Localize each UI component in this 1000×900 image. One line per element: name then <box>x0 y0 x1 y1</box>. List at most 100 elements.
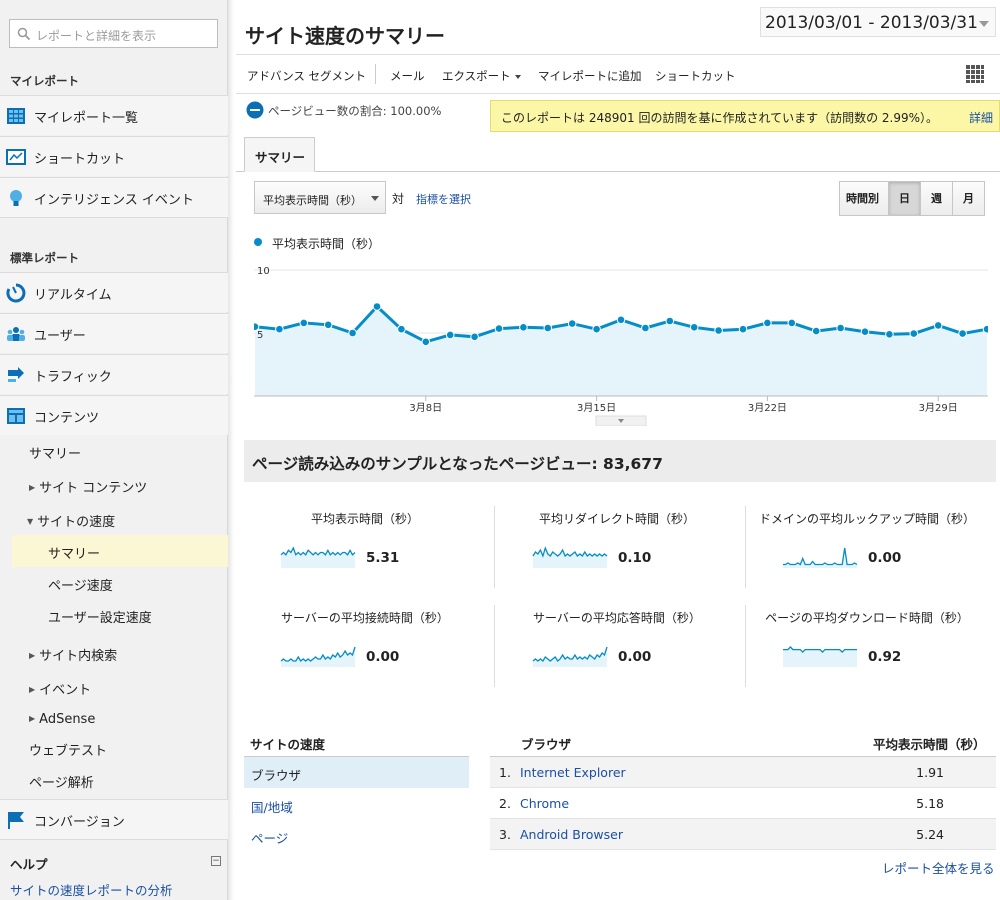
sidebar-item-conversions[interactable]: コンバージョン <box>0 799 228 839</box>
sampling-notice: このレポートは 248901 回の訪問を基に作成されています（訪問数の 2.99… <box>490 100 1000 132</box>
sidebar-item-traffic[interactable]: トラフィック <box>0 354 228 394</box>
page-speed-link[interactable]: ページ速度 <box>48 575 113 594</box>
x-tick-label: 3月29日 <box>919 402 958 414</box>
metric-title: ページの平均ダウンロード時間（秒） <box>765 611 969 625</box>
granularity-month-button[interactable]: 月 <box>952 182 984 215</box>
tab-summary[interactable]: サマリー <box>244 137 315 172</box>
dashboard-grid-icon <box>7 108 25 124</box>
webtest-link[interactable]: ウェブテスト <box>29 740 107 759</box>
data-point <box>592 324 601 334</box>
sidebar: レポートと詳細を表示 マイレポート マイレポート一覧 ショートカット インテリジ… <box>0 0 234 900</box>
page-analytics-link[interactable]: ページ解析 <box>29 772 94 791</box>
table-row: 3. Android Browser 5.24 <box>490 819 996 850</box>
x-tick-label: 3月8日 <box>409 402 442 414</box>
email-button[interactable]: メール <box>390 68 425 84</box>
sidebar-item-label: ショートカット <box>34 152 126 167</box>
chevron-down-icon <box>979 21 989 27</box>
content-summary-link[interactable]: サマリー <box>29 443 81 462</box>
data-point <box>641 323 650 333</box>
row-value: 1.91 <box>916 765 944 780</box>
speed-summary-link[interactable]: サマリー <box>48 543 100 562</box>
dimension-label: ブラウザ <box>251 768 302 783</box>
data-point <box>543 323 553 333</box>
granularity-day-button[interactable]: 日 <box>888 182 920 215</box>
granularity-week-button[interactable]: 週 <box>920 182 952 215</box>
add-to-dashboard-button[interactable]: マイレポートに追加 <box>538 68 642 84</box>
report-search-input[interactable]: レポートと詳細を表示 <box>9 19 218 48</box>
expand-arrow-icon: ▶ <box>29 483 36 492</box>
flag-icon <box>8 812 24 829</box>
adsense-label: AdSense <box>39 712 96 727</box>
sidebar-item-label: トラフィック <box>34 370 112 385</box>
divider <box>0 839 228 840</box>
user-timings-link[interactable]: ユーザー設定速度 <box>48 607 152 626</box>
shortcut-button[interactable]: ショートカット <box>655 68 736 84</box>
dimension-browser[interactable]: ブラウザ <box>244 757 701 788</box>
sidebar-item-label: リアルタイム <box>34 288 112 303</box>
table-grid-icon[interactable] <box>965 64 985 84</box>
sidebar-item-users[interactable]: ユーザー <box>0 313 228 353</box>
site-speed-link[interactable]: ▼ サイトの速度 <box>27 511 115 530</box>
site-content-link[interactable]: ▶ サイト コンテンツ <box>29 477 147 496</box>
divider <box>745 605 746 687</box>
sidebar-item-intelligence[interactable]: インテリジェンス イベント <box>0 177 228 217</box>
sidebar-item-realtime[interactable]: リアルタイム <box>0 272 228 312</box>
expand-arrow-icon: ▶ <box>29 685 36 694</box>
site-search-link[interactable]: ▶ サイト内検索 <box>29 645 117 664</box>
metric-select[interactable]: 平均表示時間（秒） <box>254 181 386 214</box>
help-collapse-icon[interactable]: − <box>211 856 221 866</box>
metric-card[interactable]: 平均リダイレクト時間（秒） 0.10 <box>502 510 732 600</box>
sample-header: ページ読み込みのサンプルとなったページビュー: 83,677 <box>244 440 996 482</box>
metric-card[interactable]: 平均表示時間（秒） 5.31 <box>250 510 480 600</box>
sparkline <box>280 546 356 568</box>
sidebar-item-label: ユーザー <box>34 329 86 344</box>
collapse-arrow-icon: ▼ <box>27 517 34 526</box>
divider <box>745 506 746 588</box>
metric-card[interactable]: サーバーの平均接続時間（秒） 0.00 <box>250 609 480 699</box>
data-point <box>616 315 626 325</box>
date-range-picker[interactable]: 2013/03/01 - 2013/03/31 <box>760 7 996 37</box>
events-label: イベント <box>39 683 92 698</box>
sparkline <box>532 546 608 568</box>
content-icon <box>7 408 25 424</box>
data-point <box>494 324 504 333</box>
timeline-chart[interactable]: 10 5 3月8日 3月15日 3月22日 3月29日 <box>254 262 988 426</box>
data-point <box>763 318 772 328</box>
sampling-notice-text: このレポートは 248901 回の訪問を基に作成されています（訪問数の 2.99… <box>501 111 939 125</box>
browser-link[interactable]: Chrome <box>520 796 569 811</box>
metric-title: サーバーの平均応答時間（秒） <box>533 611 701 625</box>
export-button[interactable]: エクスポート <box>442 68 521 84</box>
metric-card[interactable]: ページの平均ダウンロード時間（秒） 0.92 <box>752 609 982 699</box>
segment-pie-icon <box>246 101 264 119</box>
adsense-link[interactable]: ▶ AdSense <box>29 712 95 727</box>
divider <box>494 605 495 687</box>
data-point <box>665 316 675 326</box>
sample-label: ページ読み込みのサンプルとなったページビュー: 83,677 <box>252 455 663 473</box>
full-report-link[interactable]: レポート全体を見る <box>882 858 995 877</box>
sidebar-item-content[interactable]: コンテンツ <box>0 395 228 435</box>
users-icon <box>7 327 25 341</box>
tab-underline <box>236 171 1000 172</box>
advanced-segment-button[interactable]: アドバンス セグメント <box>247 68 366 84</box>
help-link[interactable]: サイトの速度レポートの分析 <box>10 880 173 899</box>
search-icon <box>17 27 31 41</box>
metric-card[interactable]: ドメインの平均ルックアップ時間（秒） 0.00 <box>752 510 982 600</box>
sidebar-item-dashboards[interactable]: マイレポート一覧 <box>0 95 228 135</box>
sidebar-item-shortcuts[interactable]: ショートカット <box>0 136 228 176</box>
data-point <box>738 324 748 334</box>
dimension-page[interactable]: ページ <box>244 820 469 851</box>
granularity-hourly-button[interactable]: 時間別 <box>840 182 888 215</box>
browser-link[interactable]: Android Browser <box>520 827 623 842</box>
sidebar-item-label: コンテンツ <box>34 411 100 426</box>
events-link[interactable]: ▶ イベント <box>29 679 91 698</box>
metric-card[interactable]: サーバーの平均応答時間（秒） 0.00 <box>502 609 732 699</box>
metric-value: 0.10 <box>618 550 652 566</box>
choose-metric-link[interactable]: 指標を選択 <box>416 191 471 207</box>
sampling-details-link[interactable]: 詳細 <box>969 109 993 126</box>
dimension-country[interactable]: 国/地域 <box>244 789 469 820</box>
x-tick-label: 3月22日 <box>748 402 787 414</box>
row-number: 1. <box>499 765 511 780</box>
metric-value: 0.92 <box>868 649 902 665</box>
date-range-text: 2013/03/01 - 2013/03/31 <box>765 13 978 33</box>
browser-link[interactable]: Internet Explorer <box>520 765 626 780</box>
